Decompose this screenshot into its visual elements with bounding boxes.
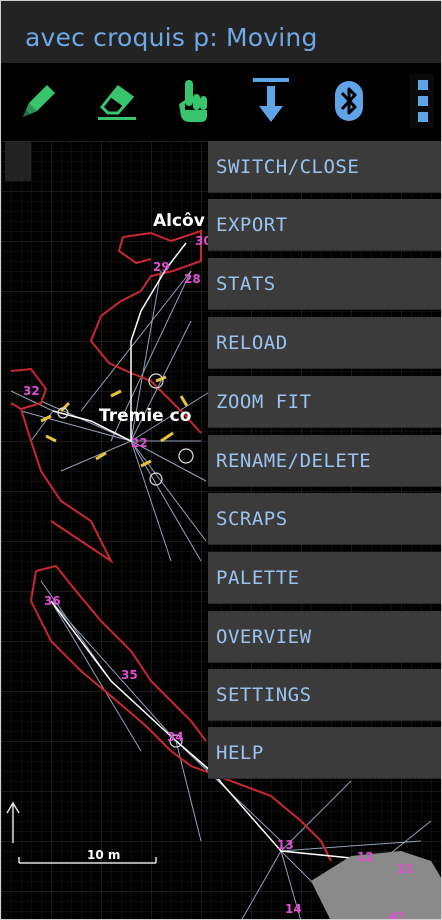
title-bar: avec croquis p: Moving [1,1,441,63]
station-label: 36 [44,594,61,608]
pencil-icon [15,77,63,125]
hand-tool-button[interactable] [163,69,223,133]
station-label: 34 [167,730,184,744]
label-alcove: Alcôv [153,211,205,231]
menu-item-settings[interactable]: SETTINGS [208,669,441,721]
menu-item-stats[interactable]: STATS [208,258,441,310]
station-label: 29 [153,260,170,274]
hand-pointer-icon [171,76,215,126]
station-label: 12 [357,850,374,864]
overflow-menu-button[interactable] [401,69,441,133]
station-label: 13 [277,838,294,852]
app-frame: avec croquis p: Moving Alcôv Tremie co 3… [0,0,442,920]
menu-item-overview[interactable]: OVERVIEW [208,611,441,663]
menu-item-zoom-fit[interactable]: ZOOM FIT [208,376,441,428]
overflow-menu: SWITCH/CLOSE EXPORT STATS RELOAD ZOOM FI… [208,141,441,779]
menu-item-help[interactable]: HELP [208,727,441,779]
download-button[interactable] [241,69,301,133]
pencil-tool-button[interactable] [9,69,69,133]
station-label: 35 [121,668,138,682]
station-label: 41 [389,910,406,920]
station-label: 32 [23,384,40,398]
station-label: 14 [285,902,302,916]
bluetooth-icon [331,77,367,125]
menu-item-switch-close[interactable]: SWITCH/CLOSE [208,141,441,193]
menu-item-scraps[interactable]: SCRAPS [208,493,441,545]
eraser-tool-button[interactable] [87,69,147,133]
toolbar [1,63,441,141]
scale-bar-label: 10 m [87,848,120,862]
menu-item-palette[interactable]: PALETTE [208,552,441,604]
menu-item-export[interactable]: EXPORT [208,199,441,251]
window-title: avec croquis p: Moving [25,23,318,52]
label-tremie: Tremie co [99,406,191,426]
bluetooth-button[interactable] [319,69,379,133]
menu-item-reload[interactable]: RELOAD [208,317,441,369]
station-label: 28 [184,272,201,286]
menu-item-rename-delete[interactable]: RENAME/DELETE [208,435,441,487]
station-label: 11 [397,862,414,876]
eraser-icon [92,77,142,125]
overflow-menu-icon [410,74,434,128]
station-label: 22 [131,436,148,450]
download-arrow-icon [249,74,293,128]
